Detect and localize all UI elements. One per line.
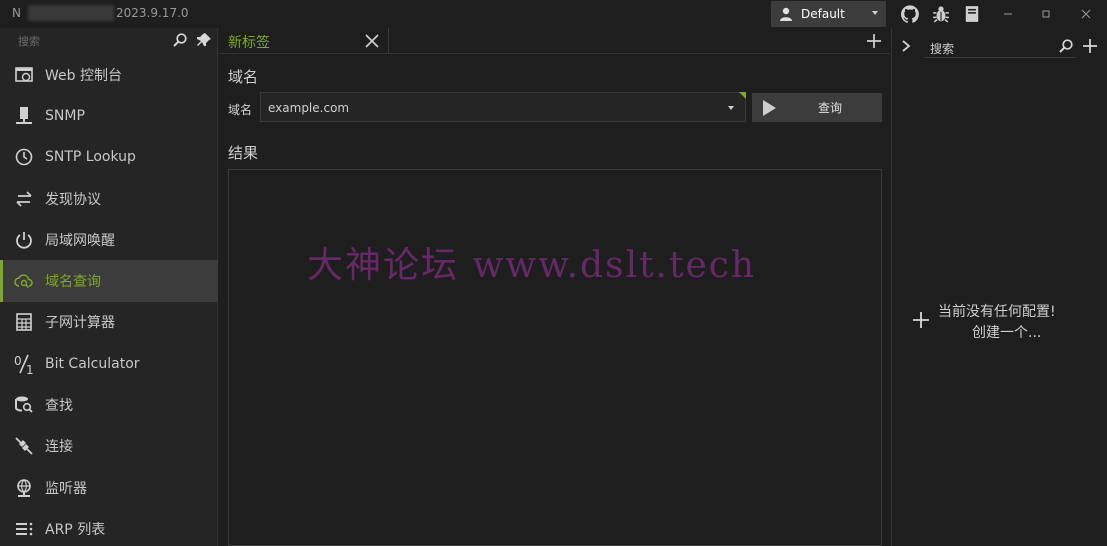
results-section-title: 结果: [228, 144, 259, 162]
bug-icon[interactable]: [932, 5, 950, 23]
github-icon[interactable]: [901, 5, 919, 23]
snmp-icon: [13, 105, 35, 127]
sidebar-item-label: ARP 列表: [45, 521, 106, 538]
sidebar-item-snmp[interactable]: SNMP: [0, 95, 218, 136]
cloud-search-icon: [13, 270, 35, 292]
sidebar-item-label: SNMP: [45, 107, 85, 124]
app-title: N: [12, 6, 21, 20]
sidebar-item-label: SNTP Lookup: [45, 149, 136, 166]
document-icon[interactable]: [963, 5, 981, 23]
tab-new[interactable]: 新标签: [219, 28, 389, 54]
add-icon[interactable]: [912, 311, 930, 329]
sidebar-item-connect[interactable]: 连接: [0, 426, 218, 467]
connect-icon: [13, 435, 35, 457]
sidebar-item-listener[interactable]: 监听器: [0, 467, 218, 508]
chevron-down-icon[interactable]: [728, 106, 734, 110]
results-area[interactable]: [228, 169, 882, 546]
restore-button[interactable]: [1036, 4, 1056, 24]
pin-icon[interactable]: [196, 32, 212, 48]
chevron-right-icon[interactable]: [900, 39, 912, 53]
add-tab-icon[interactable]: [865, 32, 883, 50]
sidebar-item-label: 子网计算器: [45, 315, 115, 332]
sidebar-item-wake-on-lan[interactable]: 局域网唤醒: [0, 219, 218, 260]
sidebar-item-find[interactable]: 查找: [0, 384, 218, 425]
app-version: 2023.9.17.0: [116, 6, 189, 20]
sidebar-item-arp-list[interactable]: ARP 列表: [0, 508, 218, 546]
domain-field-label: 域名: [228, 103, 253, 117]
sidebar-item-label: 查找: [45, 398, 73, 415]
sidebar-item-sntp-lookup[interactable]: SNTP Lookup: [0, 137, 218, 178]
web-console-icon: [13, 64, 35, 86]
restore-icon: [1042, 10, 1050, 18]
redacted-title: [28, 5, 114, 21]
watermark: 大神论坛 www.dslt.tech: [307, 245, 757, 286]
sidebar-search-input[interactable]: 搜索: [18, 33, 40, 49]
sidebar-item-label: 监听器: [45, 480, 87, 497]
list-icon: [13, 518, 35, 540]
tab-label: 新标签: [228, 35, 270, 51]
input-indicator: [739, 92, 746, 99]
query-button-label: 查询: [818, 101, 843, 115]
profile-dropdown[interactable]: Default: [771, 1, 886, 27]
profile-label: Default: [801, 7, 845, 21]
sidebar-search[interactable]: 搜索: [0, 28, 218, 54]
empty-state-message: 当前没有任何配置!: [938, 304, 1056, 320]
query-button[interactable]: 查询: [752, 93, 882, 122]
sidebar-item-label: 发现协议: [45, 191, 101, 208]
sidebar: 搜索 Web 控制台 SNMP SNTP Lookup 发现协议 局域网唤醒 域…: [0, 28, 218, 546]
sidebar-item-label: Bit Calculator: [45, 355, 140, 372]
close-window-button[interactable]: [1076, 4, 1096, 24]
search-icon[interactable]: [1058, 38, 1074, 54]
add-profile-icon[interactable]: [1082, 38, 1098, 54]
domain-input-value[interactable]: example.com: [268, 101, 349, 115]
minimize-icon: [1004, 13, 1012, 15]
sidebar-item-subnet-calculator[interactable]: 子网计算器: [0, 302, 218, 343]
find-icon: [13, 394, 35, 416]
sidebar-item-discovery-protocol[interactable]: 发现协议: [0, 178, 218, 219]
sidebar-item-label: 域名查询: [45, 274, 101, 291]
user-icon: [780, 7, 792, 21]
sidebar-item-web-console[interactable]: Web 控制台: [0, 54, 218, 95]
search-icon[interactable]: [172, 32, 188, 48]
sidebar-item-domain-lookup[interactable]: 域名查询: [0, 260, 218, 303]
play-icon: [763, 100, 776, 116]
svg-text:0: 0: [14, 354, 22, 368]
minimize-button[interactable]: [998, 4, 1018, 24]
chevron-down-icon: [872, 11, 878, 15]
tab-bar: 新标签: [219, 28, 890, 54]
domain-input[interactable]: example.com: [260, 92, 746, 122]
domain-section-title: 域名: [228, 68, 259, 86]
title-bar: N 2023.9.17.0 Default: [0, 0, 1107, 28]
swap-arrows-icon: [13, 188, 35, 210]
svg-text:1: 1: [26, 363, 34, 375]
clock-icon: [13, 146, 35, 168]
sidebar-item-label: 连接: [45, 439, 73, 456]
sidebar-item-label: Web 控制台: [45, 67, 122, 84]
close-icon: [1081, 9, 1091, 19]
close-tab-icon[interactable]: [363, 32, 381, 50]
sidebar-list: Web 控制台 SNMP SNTP Lookup 发现协议 局域网唤醒 域名查询…: [0, 54, 218, 546]
calculator-icon: [13, 311, 35, 333]
create-profile-link[interactable]: 创建一个...: [972, 322, 1041, 342]
profiles-search[interactable]: 搜索: [924, 36, 1076, 58]
sidebar-item-bit-calculator[interactable]: 01 Bit Calculator: [0, 343, 218, 384]
power-icon: [13, 229, 35, 251]
sidebar-item-label: 局域网唤醒: [45, 232, 115, 249]
fraction-icon: 01: [13, 353, 35, 375]
globe-listener-icon: [13, 477, 35, 499]
profiles-search-input[interactable]: 搜索: [930, 40, 954, 57]
profiles-panel: 搜索 当前没有任何配置! 创建一个...: [891, 28, 1107, 546]
